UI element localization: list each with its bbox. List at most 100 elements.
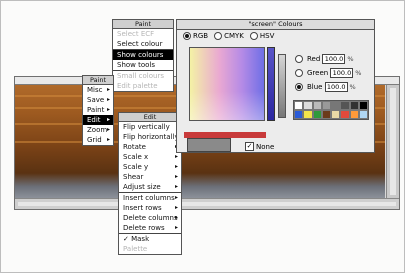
menu-item-save[interactable]: Save ▸ bbox=[83, 95, 113, 105]
model-rgb[interactable]: RGB bbox=[183, 32, 208, 40]
menu-item-palette[interactable]: Palette bbox=[119, 244, 181, 254]
palette-swatch[interactable] bbox=[294, 101, 304, 110]
palette-swatch[interactable] bbox=[312, 110, 322, 119]
menu-item-label: Scale y bbox=[123, 163, 149, 171]
radio-selected-icon bbox=[183, 32, 191, 40]
menu-item-shear[interactable]: Shear ▸ bbox=[119, 172, 181, 182]
scroll-well bbox=[390, 88, 396, 195]
colour-value-bar[interactable] bbox=[267, 47, 275, 121]
menu-item-label: Insert rows bbox=[123, 204, 162, 212]
menu-item-label: Paint bbox=[87, 106, 105, 114]
palette-swatch[interactable] bbox=[303, 101, 313, 110]
submenu-arrow-icon: ▸ bbox=[106, 136, 110, 143]
edit-submenu-title: Edit bbox=[119, 113, 181, 122]
colour-model-selector: RGB CMYK HSV bbox=[183, 32, 274, 40]
model-label: HSV bbox=[259, 32, 275, 40]
submenu-arrow-icon: ▸ bbox=[174, 183, 178, 190]
menu-item-scale-x[interactable]: Scale x ▸ bbox=[119, 152, 181, 162]
submenu-arrow-icon: ▸ bbox=[106, 126, 110, 133]
radio-selected-icon[interactable] bbox=[295, 83, 303, 91]
palette-swatch[interactable] bbox=[358, 101, 368, 110]
menu-item-delete-rows[interactable]: Delete rows ▸ bbox=[119, 223, 181, 233]
menu-item-label: Scale x bbox=[123, 153, 149, 161]
vertical-scrollbar[interactable] bbox=[386, 85, 399, 198]
palette-swatch[interactable] bbox=[340, 101, 350, 110]
menu-item-scale-y[interactable]: Scale y ▸ bbox=[119, 162, 181, 172]
paint-submenu: Paint Select ECF Select colour Show colo… bbox=[112, 19, 174, 92]
menu-item-select-ecf[interactable]: Select ECF bbox=[113, 29, 173, 39]
green-value-input[interactable]: 100.0 bbox=[330, 68, 354, 78]
brightness-slider[interactable] bbox=[278, 54, 286, 118]
palette-swatch[interactable] bbox=[294, 110, 304, 119]
menu-item-insert-rows[interactable]: Insert rows ▸ bbox=[119, 203, 181, 213]
checkbox-checked-icon[interactable]: ✓ bbox=[245, 142, 254, 151]
menu-item-delete-columns[interactable]: Delete columns ▸ bbox=[119, 213, 181, 223]
submenu-arrow-icon: ▸ bbox=[106, 96, 110, 103]
colours-dialog-title[interactable]: "screen" Colours bbox=[177, 20, 374, 30]
menu-item-zoom[interactable]: Zoom ▸ bbox=[83, 125, 113, 135]
menu-item-label: Insert columns bbox=[123, 194, 175, 202]
menu-item-flip-vertically[interactable]: Flip vertically bbox=[119, 122, 181, 132]
none-option[interactable]: ✓ None bbox=[245, 142, 274, 151]
palette-swatch[interactable] bbox=[303, 110, 313, 119]
model-label: RGB bbox=[193, 32, 209, 40]
palette-swatch[interactable] bbox=[312, 101, 322, 110]
horizontal-scrollbar[interactable] bbox=[15, 198, 399, 209]
radio-icon bbox=[249, 32, 258, 40]
radio-icon[interactable] bbox=[295, 55, 303, 63]
main-menu-title: Paint bbox=[83, 76, 113, 85]
colour-gradient-picker[interactable] bbox=[189, 47, 265, 121]
field-label: Green bbox=[307, 69, 329, 77]
none-label: None bbox=[256, 142, 275, 151]
submenu-arrow-icon: ▸ bbox=[106, 116, 110, 123]
menu-item-label: Zoom bbox=[87, 126, 108, 134]
menu-item-misc[interactable]: Misc ▸ bbox=[83, 85, 113, 95]
red-value-input[interactable]: 100.0 bbox=[322, 54, 346, 64]
palette-swatch[interactable] bbox=[349, 110, 359, 119]
menu-item-label: Adjust size bbox=[123, 183, 161, 191]
palette-swatch[interactable] bbox=[349, 101, 359, 110]
unit-label: % bbox=[347, 55, 354, 63]
palette-swatch[interactable] bbox=[331, 110, 341, 119]
radio-icon[interactable] bbox=[295, 69, 303, 77]
menu-item-small-colours[interactable]: Small colours bbox=[113, 71, 173, 81]
menu-item-flip-horizontally[interactable]: Flip horizontally bbox=[119, 132, 181, 142]
scroll-well bbox=[18, 202, 396, 206]
palette-swatch[interactable] bbox=[331, 101, 341, 110]
menu-item-label: Save bbox=[87, 96, 105, 104]
model-cmyk[interactable]: CMYK bbox=[214, 32, 244, 40]
blue-value-input[interactable]: 100.0 bbox=[324, 82, 348, 92]
red-field: Red 100.0 % bbox=[295, 54, 354, 64]
paint-submenu-title: Paint bbox=[113, 20, 173, 29]
palette-swatch[interactable] bbox=[358, 110, 368, 119]
menu-item-label: Delete columns bbox=[123, 214, 178, 222]
menu-item-grid[interactable]: Grid ▸ bbox=[83, 135, 113, 145]
menu-item-edit-palette[interactable]: Edit palette bbox=[113, 81, 173, 91]
menu-item-label: Edit bbox=[87, 116, 101, 124]
menu-item-show-colours[interactable]: Show colours bbox=[113, 50, 173, 60]
menu-item-edit[interactable]: Edit ▸ bbox=[83, 115, 113, 125]
palette-swatch[interactable] bbox=[321, 110, 331, 119]
palette-swatch[interactable] bbox=[321, 101, 331, 110]
submenu-arrow-icon: ▸ bbox=[174, 204, 178, 211]
menu-item-label: Shear bbox=[123, 173, 144, 181]
menu-item-select-colour[interactable]: Select colour bbox=[113, 39, 173, 49]
menu-item-mask[interactable]: ✓ Mask bbox=[119, 234, 181, 244]
submenu-arrow-icon: ▸ bbox=[174, 163, 178, 170]
menu-item-paint[interactable]: Paint ▸ bbox=[83, 105, 113, 115]
menu-item-adjust-size[interactable]: Adjust size ▸ bbox=[119, 182, 181, 192]
main-paint-menu: Paint Misc ▸ Save ▸ Paint ▸ Edit ▸ Zoom ▸ Gri… bbox=[82, 75, 114, 146]
model-hsv[interactable]: HSV bbox=[249, 32, 275, 40]
submenu-arrow-icon: ▸ bbox=[174, 194, 178, 201]
palette-swatch[interactable] bbox=[340, 110, 350, 119]
submenu-arrow-icon: ▸ bbox=[106, 106, 110, 113]
colour-sample-swatch bbox=[187, 138, 231, 152]
unit-label: % bbox=[349, 83, 356, 91]
menu-item-insert-columns[interactable]: Insert columns ▸ bbox=[119, 193, 181, 203]
submenu-arrow-icon: ▸ bbox=[106, 86, 110, 93]
model-label: CMYK bbox=[224, 32, 244, 40]
menu-item-rotate[interactable]: Rotate▸ bbox=[119, 142, 181, 152]
blue-field: Blue 100.0 % bbox=[295, 82, 356, 92]
submenu-arrow-icon: ▸ bbox=[174, 173, 178, 180]
menu-item-show-tools[interactable]: Show tools bbox=[113, 60, 173, 70]
